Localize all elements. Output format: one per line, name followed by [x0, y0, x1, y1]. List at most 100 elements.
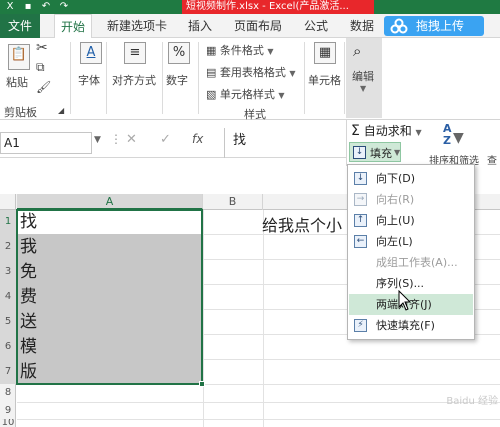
cell-a3[interactable]: 免: [20, 260, 37, 284]
tab-data[interactable]: 数据: [344, 14, 380, 38]
row-header-4[interactable]: 4: [0, 284, 16, 309]
cell-styles-label: 单元格样式: [219, 88, 275, 101]
row-header-1[interactable]: 1: [0, 210, 16, 234]
tab-page-layout[interactable]: 页面布局: [228, 14, 288, 38]
conditional-format-icon: ▦: [206, 44, 217, 57]
baidu-watermark: Baidu 经验: [446, 396, 498, 407]
paste-label[interactable]: 粘贴: [6, 74, 28, 90]
cell-a4[interactable]: 费: [20, 285, 37, 309]
baidu-upload-button[interactable]: 拖拽上传: [384, 16, 484, 36]
menu-item-fill-left[interactable]: ← 向左(L): [349, 231, 473, 252]
gridline: [203, 210, 204, 427]
fill-down-icon: ↓: [353, 146, 366, 159]
alignment-icon[interactable]: ≡: [124, 42, 146, 64]
font-label[interactable]: 字体: [78, 72, 100, 88]
cells-icon[interactable]: ▦: [314, 42, 336, 64]
more-icon: ⋮: [110, 132, 122, 146]
arrow-up-icon: ↑: [354, 214, 367, 227]
redo-icon[interactable]: ↷: [58, 1, 70, 13]
number-label[interactable]: 数字: [166, 72, 188, 88]
save-icon[interactable]: ▪: [22, 1, 34, 13]
cell-styles-button[interactable]: ▧ 单元格样式 ▼: [206, 86, 285, 102]
menu-item-label: 向下(D): [376, 172, 416, 185]
column-header-a[interactable]: A: [17, 194, 203, 210]
fill-handle[interactable]: [199, 381, 205, 387]
binoculars-icon: ⌕: [353, 42, 362, 60]
row-header-8[interactable]: 8: [0, 384, 16, 402]
menu-item-label: 成组工作表(A)...: [376, 256, 458, 269]
undo-icon[interactable]: ↶: [40, 1, 52, 13]
alignment-label[interactable]: 对齐方式: [112, 72, 156, 88]
row-header-6[interactable]: 6: [0, 334, 16, 359]
row-headers: 1 2 3 4 5 6 7 8 9 10: [0, 210, 16, 427]
styles-group-label: 样式: [244, 108, 266, 121]
row-header-9[interactable]: 9: [0, 402, 16, 419]
ribbon: 📋 粘贴 ✂ ⧉ 🖌 剪贴板 ◢ A 字体 ≡ 对齐方式 % 数字 ▦ 条件格式…: [0, 38, 500, 121]
fill-label: 填充: [370, 147, 392, 160]
ribbon-tabs: 文件 开始 新建选项卡 插入 页面布局 公式 数据 拖拽上传: [0, 14, 500, 38]
cell-a6[interactable]: 模: [20, 335, 37, 359]
menu-item-label: 向右(R): [376, 193, 415, 206]
editing-label: 编辑: [352, 70, 374, 83]
title-bar: X ▪ ↶ ↷ 短视频制作.xlsx - Excel(产品激活...: [0, 0, 500, 14]
window-title: 短视频制作.xlsx - Excel(产品激活...: [182, 0, 374, 14]
autosum-button[interactable]: Σ 自动求和 ▼: [351, 122, 422, 139]
cut-icon[interactable]: ✂: [36, 40, 48, 56]
baidu-upload-label: 拖拽上传: [416, 19, 465, 33]
table-format-icon: ▤: [206, 66, 217, 79]
cell-b1[interactable]: 给我点个小: [262, 212, 342, 236]
paste-icon[interactable]: 📋: [8, 44, 30, 70]
confirm-entry-icon[interactable]: ✓: [160, 132, 171, 147]
cell-a7[interactable]: 版: [20, 360, 37, 384]
cancel-entry-icon[interactable]: ✕: [126, 132, 137, 147]
conditional-format-button[interactable]: ▦ 条件格式 ▼: [206, 42, 274, 58]
tab-new[interactable]: 新建选项卡: [102, 14, 172, 38]
row-header-3[interactable]: 3: [0, 259, 16, 284]
menu-item-label: 向上(U): [376, 214, 415, 227]
cells-label[interactable]: 单元格: [308, 72, 341, 88]
menu-item-flash-fill[interactable]: ⚡ 快速填充(F): [349, 315, 473, 336]
menu-item-fill-up[interactable]: ↑ 向上(U): [349, 210, 473, 231]
editing-panel: Σ 自动求和 ▼ ↓ 填充 ▼ A Z ▼ 排序和筛选 查: [346, 120, 500, 167]
column-header-b[interactable]: B: [203, 194, 263, 210]
name-box[interactable]: A1: [0, 132, 92, 154]
menu-item-label: 序列(S)...: [376, 277, 425, 290]
name-box-dropdown-icon[interactable]: ▼: [94, 135, 101, 145]
clipboard-launcher-icon[interactable]: ◢: [58, 106, 64, 115]
tab-formulas[interactable]: 公式: [296, 14, 336, 38]
arrow-down-icon: ↓: [354, 172, 367, 185]
cell-a5[interactable]: 送: [20, 310, 37, 334]
menu-item-fill-right[interactable]: → 向右(R): [349, 189, 473, 210]
table-format-button[interactable]: ▤ 套用表格格式 ▼: [206, 64, 296, 80]
menu-item-fill-down[interactable]: ↓ 向下(D): [349, 168, 473, 189]
cell-a1[interactable]: 找: [20, 210, 37, 234]
row-header-7[interactable]: 7: [0, 359, 16, 384]
arrow-right-icon: →: [354, 193, 367, 206]
menu-item-across-worksheets[interactable]: 成组工作表(A)...: [349, 252, 473, 273]
menu-item-label: 向左(L): [376, 235, 413, 248]
row-header-2[interactable]: 2: [0, 234, 16, 259]
excel-logo-icon: X: [6, 1, 14, 12]
fill-button[interactable]: ↓ 填充 ▼: [349, 142, 401, 162]
row-header-5[interactable]: 5: [0, 309, 16, 334]
tab-home[interactable]: 开始: [54, 14, 92, 38]
tab-insert[interactable]: 插入: [180, 14, 220, 38]
font-icon[interactable]: A: [80, 42, 102, 64]
editing-group[interactable]: ⌕ 编辑 ▼: [346, 38, 382, 118]
number-format-icon[interactable]: %: [168, 42, 190, 64]
cell-a2[interactable]: 我: [20, 235, 37, 259]
find-label[interactable]: 查: [487, 152, 497, 167]
copy-icon[interactable]: ⧉: [36, 60, 45, 75]
insert-function-icon[interactable]: fx: [192, 132, 203, 146]
format-painter-icon[interactable]: 🖌: [36, 80, 51, 94]
sort-filter-icon[interactable]: A Z ▼: [443, 122, 473, 150]
cloud-icon: [390, 18, 408, 34]
gridline: [263, 210, 264, 427]
row-header-10[interactable]: 10: [0, 419, 16, 427]
tab-file[interactable]: 文件: [0, 14, 40, 38]
clipboard-group-label: 剪贴板: [4, 106, 37, 119]
conditional-format-label: 条件格式: [219, 44, 264, 57]
mouse-cursor-icon: [398, 290, 412, 311]
table-format-label: 套用表格格式: [219, 66, 286, 79]
select-all-corner[interactable]: [0, 194, 16, 210]
